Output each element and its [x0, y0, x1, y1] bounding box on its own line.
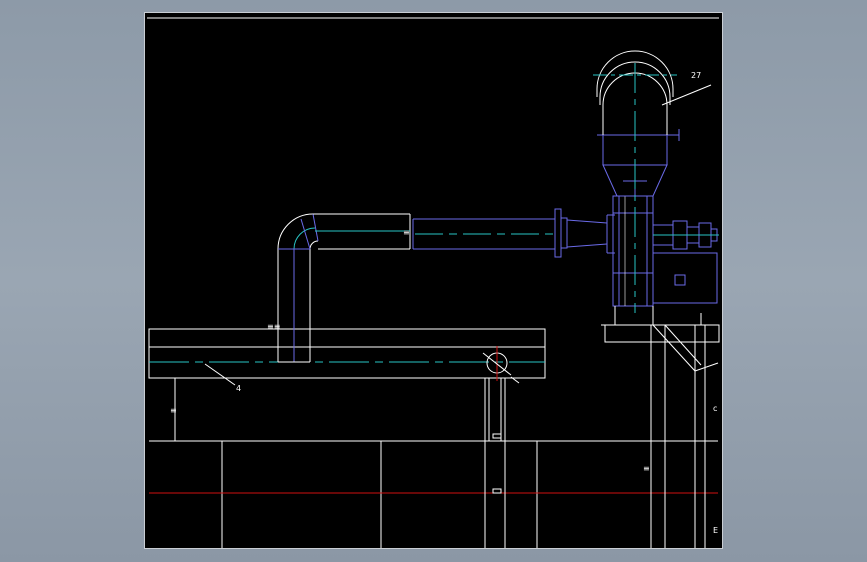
- cad-drawing: ≡≡ ≡ ≡ 27 4 ≡ c E: [147, 17, 720, 548]
- floor-lines: [149, 440, 718, 548]
- callout-4-label: 4: [236, 384, 241, 393]
- fan-unit: [593, 50, 719, 313]
- steel-structure: ≡ c E: [601, 306, 720, 548]
- svg-text:≡: ≡: [403, 228, 410, 237]
- svg-text:E: E: [713, 526, 718, 535]
- pipe-rack: ≡≡: [148, 322, 546, 379]
- drawing-sheet[interactable]: ≡≡ ≡ ≡ 27 4 ≡ c E: [144, 12, 723, 549]
- discharge-duct: [412, 208, 615, 258]
- riser: [482, 346, 520, 548]
- callout-27-label: 27: [691, 71, 701, 80]
- cad-viewer: ≡≡ ≡ ≡ 27 4 ≡ c E: [0, 0, 867, 562]
- svg-text:≡: ≡: [170, 406, 177, 415]
- support-leg: ≡: [170, 377, 179, 442]
- elbow-pipe: ≡: [277, 213, 411, 363]
- svg-text:c: c: [713, 404, 717, 413]
- svg-text:≡: ≡: [643, 464, 650, 473]
